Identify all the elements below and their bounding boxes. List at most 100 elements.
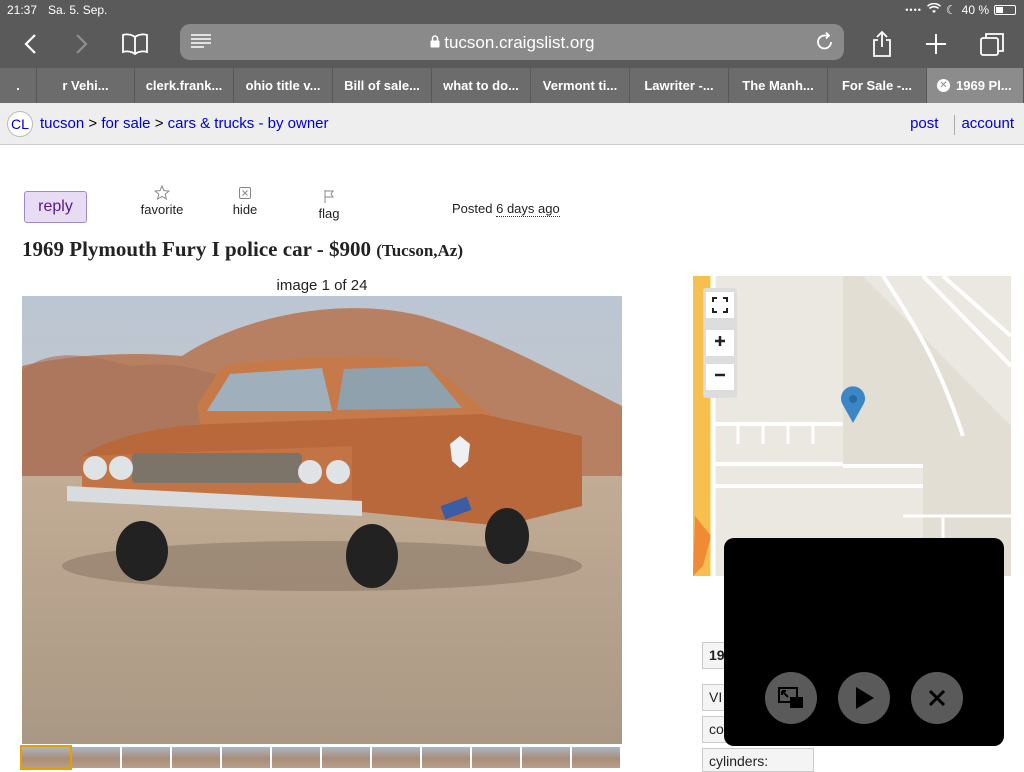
tab-4[interactable]: what to do... (432, 68, 531, 103)
location-map[interactable] (693, 276, 1011, 576)
thumbnail-strip (20, 745, 622, 770)
image-counter: image 1 of 24 (276, 277, 368, 294)
address-bar[interactable]: tucson.craigslist.org (180, 24, 844, 60)
page-title: 1969 Plymouth Fury I police car - $900 (… (22, 237, 463, 262)
map-pin-icon[interactable] (840, 386, 866, 424)
thumbnail[interactable] (20, 745, 72, 770)
posted-prefix: Posted (452, 201, 493, 216)
cl-logo[interactable]: CL (7, 111, 33, 137)
tab-5[interactable]: Vermont ti... (531, 68, 630, 103)
tab-2[interactable]: ohio title v... (234, 68, 333, 103)
map-tiles (693, 276, 1011, 576)
tab-active[interactable]: ✕ 1969 Pl... (927, 68, 1024, 103)
lock-icon (430, 33, 445, 52)
zoom-in-button[interactable] (706, 330, 734, 356)
posted-when: 6 days ago (496, 201, 560, 217)
play-icon (856, 687, 874, 709)
tab-7[interactable]: The Manh... (729, 68, 828, 103)
flag-icon (324, 190, 334, 203)
tab-8[interactable]: For Sale -... (828, 68, 927, 103)
tab-label: r Vehi... (62, 78, 109, 93)
bookmarks-button[interactable] (119, 28, 151, 60)
divider (954, 115, 956, 135)
tab-label: ohio title v... (245, 78, 321, 93)
pip-play-button[interactable] (838, 672, 890, 724)
tab-strip: . r Vehi... clerk.frank... ohio title v.… (0, 68, 1024, 103)
pip-icon (778, 687, 803, 708)
close-tab-icon[interactable]: ✕ (937, 79, 950, 92)
cl-user-links: post account (910, 115, 1014, 135)
tab-1[interactable]: clerk.frank... (135, 68, 234, 103)
hide-button[interactable]: hide (230, 185, 260, 217)
main-photo[interactable] (22, 296, 622, 744)
status-bar: 21:37 Sa. 5. Sep. •••• ☾ 40 % (0, 0, 1024, 20)
pip-video-overlay[interactable] (724, 538, 1004, 746)
tab-label: 1969 Pl... (956, 78, 1012, 93)
post-link[interactable]: post (910, 115, 938, 135)
pip-restore-button[interactable] (765, 672, 817, 724)
tab-label: clerk.frank... (145, 78, 223, 93)
favorite-button[interactable]: favorite (140, 185, 184, 217)
zoom-out-button[interactable] (706, 364, 734, 390)
new-tab-button[interactable] (920, 28, 952, 60)
tabs-overview-button[interactable] (976, 28, 1008, 60)
fullscreen-icon (712, 297, 728, 313)
tab-label: The Manh... (742, 78, 814, 93)
plus-icon (926, 34, 946, 54)
moon-icon: ☾ (945, 3, 957, 17)
thumbnail[interactable] (372, 747, 420, 768)
pip-close-button[interactable] (911, 672, 963, 724)
url-label: tucson.craigslist.org (444, 33, 595, 52)
fullscreen-button[interactable] (706, 292, 734, 318)
tab-overflow[interactable]: . (0, 68, 37, 103)
breadcrumb: tucson > for sale > cars & trucks - by o… (40, 115, 329, 132)
reply-button[interactable]: reply (24, 191, 87, 223)
thumbnail[interactable] (322, 747, 370, 768)
back-button[interactable] (14, 28, 46, 60)
posted-date: Posted 6 days ago (452, 201, 560, 217)
crumb-for-sale[interactable]: for sale (101, 115, 150, 132)
tab-label: For Sale -... (841, 78, 913, 93)
thumbnail[interactable] (472, 747, 520, 768)
trash-x-icon (239, 187, 251, 199)
thumbnail[interactable] (222, 747, 270, 768)
browser-toolbar: tucson.craigslist.org (0, 20, 1024, 68)
tab-label: Vermont ti... (542, 78, 618, 93)
tab-label: Lawriter -... (644, 78, 714, 93)
chevron-left-icon (24, 34, 36, 54)
minus-icon (715, 373, 725, 377)
plus-icon (715, 336, 725, 346)
hide-label: hide (232, 202, 258, 217)
tab-6[interactable]: Lawriter -... (630, 68, 729, 103)
forward-button[interactable] (66, 28, 98, 60)
thumbnail[interactable] (422, 747, 470, 768)
status-date: Sa. 5. Sep. (48, 3, 108, 17)
listing-location: (Tucson,Az) (376, 241, 464, 260)
overflow-dot: . (16, 78, 20, 93)
crumb-cars-trucks[interactable]: cars & trucks - by owner (168, 115, 329, 132)
tab-label: what to do... (443, 78, 519, 93)
battery-icon (994, 5, 1016, 15)
cylinders-label: cylinders: (709, 753, 769, 769)
flag-button[interactable]: flag (316, 189, 342, 221)
share-icon (873, 30, 891, 57)
tab-label: Bill of sale... (344, 78, 420, 93)
share-button[interactable] (866, 28, 898, 60)
thumbnail[interactable] (522, 747, 570, 768)
attr-cylinders: cylinders: other (702, 748, 814, 772)
tab-0[interactable]: r Vehi... (37, 68, 135, 103)
wifi-icon (926, 2, 941, 17)
tab-3[interactable]: Bill of sale... (333, 68, 432, 103)
thumbnail[interactable] (572, 747, 620, 768)
thumbnail[interactable] (122, 747, 170, 768)
thumbnail[interactable] (172, 747, 220, 768)
thumbnail[interactable] (272, 747, 320, 768)
map-controls (703, 288, 737, 398)
crumb-city[interactable]: tucson (40, 115, 84, 132)
url-text: tucson.craigslist.org (180, 33, 844, 53)
tabs-icon (980, 33, 1004, 56)
account-link[interactable]: account (961, 115, 1014, 135)
reload-icon[interactable] (816, 31, 834, 56)
thumbnail[interactable] (72, 747, 120, 768)
listing-title: 1969 Plymouth Fury I police car - $900 (22, 237, 372, 261)
